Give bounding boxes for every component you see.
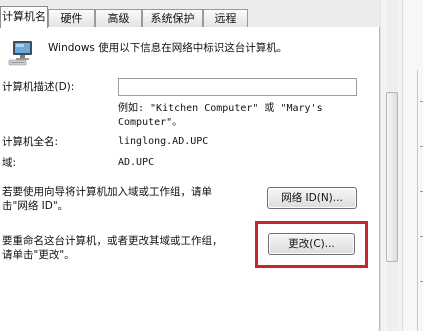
network-id-instruction-line2: 击"网络 ID"。 — [2, 200, 69, 212]
domain-value: AD.UPC — [118, 157, 155, 168]
scrollbar-thumb[interactable] — [386, 92, 398, 262]
change-instruction-line2: 请单击"更改"。 — [2, 249, 75, 261]
domain-label: 域: — [2, 157, 17, 169]
full-computer-name-label: 计算机全名: — [2, 136, 59, 148]
computer-icon — [8, 41, 32, 66]
tab-system-protection[interactable]: 系统保护 — [142, 9, 203, 27]
background-divider — [417, 70, 418, 331]
computer-description-label: 计算机描述(D): — [2, 81, 75, 93]
tab-advanced[interactable]: 高级 — [95, 9, 142, 27]
background-window-edge — [403, 0, 423, 331]
change-button[interactable]: 更改(C)... — [268, 233, 355, 255]
computer-description-input[interactable] — [118, 78, 357, 96]
tab-remote[interactable]: 远程 — [203, 9, 248, 27]
tab-hardware[interactable]: 硬件 — [48, 9, 95, 27]
tab-computer-name[interactable]: 计算机名 — [0, 6, 48, 28]
tab-strip: 计算机名 硬件 高级 系统保护 远程 — [0, 0, 380, 28]
intro-text: Windows 使用以下信息在网络中标识这台计算机。 — [48, 42, 288, 54]
computer-name-panel — [0, 27, 380, 331]
network-id-instruction-line1: 若要使用向导将计算机加入域或工作组，请单 — [2, 186, 212, 198]
vertical-scrollbar[interactable] — [380, 0, 403, 331]
description-example-line2: Computer"。 — [118, 117, 183, 128]
full-computer-name-value: linglong.AD.UPC — [118, 136, 209, 147]
description-example-line1: 例如: "Kitchen Computer" 或 "Mary's — [118, 103, 323, 114]
network-id-button[interactable]: 网络 ID(N)... — [267, 187, 357, 209]
change-instruction-line1: 要重命名这台计算机，或者更改其域或工作组， — [2, 235, 223, 247]
